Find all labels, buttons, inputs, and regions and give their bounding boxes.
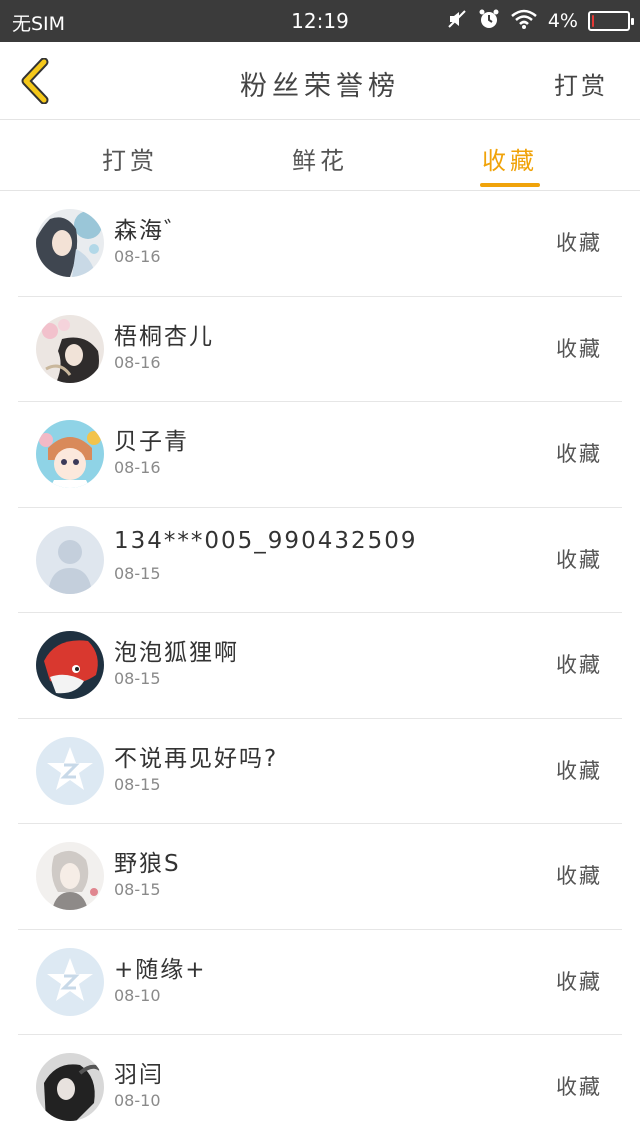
action-label: 收藏 (556, 547, 602, 572)
list-item[interactable]: 不说再见好吗? 08-15 收藏 (18, 719, 622, 824)
action-label: 收藏 (556, 336, 602, 361)
avatar[interactable] (36, 314, 104, 383)
battery-level (592, 15, 594, 27)
tab-label: 收藏 (482, 147, 538, 175)
fan-name: 贝子青 (114, 429, 189, 455)
avatar[interactable] (36, 736, 104, 805)
tab-label: 鲜花 (292, 147, 348, 175)
fan-name: 梧桐杏儿 (114, 323, 214, 350)
fan-date: 08-10 (114, 1091, 161, 1110)
status-icons: 4% (446, 8, 634, 34)
fan-name: +随缘+ (114, 956, 207, 983)
fan-date: 08-15 (114, 774, 161, 794)
list-item[interactable]: +随缘+ 08-10 收藏 (18, 930, 622, 1035)
avatar[interactable] (36, 420, 104, 488)
fan-date: 08-15 (114, 669, 161, 688)
fan-name: 羽闫 (114, 1062, 164, 1088)
fan-name: 野狼S (114, 851, 181, 877)
alarm-icon (478, 8, 500, 34)
list-item[interactable]: 134***005_990432509 08-15 收藏 (18, 508, 622, 613)
action-label: 收藏 (556, 1075, 602, 1099)
fan-date: 08-15 (114, 563, 161, 583)
dark-figure-avatar (36, 1053, 104, 1121)
battery-icon (588, 11, 634, 31)
active-tab-indicator (480, 183, 540, 187)
qq-star-avatar (36, 736, 104, 805)
avatar[interactable] (36, 842, 104, 910)
fan-date: 08-16 (114, 247, 161, 266)
sketch-figure-avatar (36, 842, 104, 910)
action-label: 收藏 (556, 864, 602, 888)
fan-date: 08-16 (114, 352, 161, 372)
dark-haired-figure-avatar (36, 314, 104, 383)
nav-bar: 粉丝荣誉榜 打赏 (0, 42, 640, 120)
battery-percent: 4% (547, 10, 578, 32)
tab-label: 打赏 (102, 147, 158, 175)
avatar[interactable] (36, 525, 104, 594)
tab-flowers[interactable]: 鲜花 (260, 121, 380, 191)
fan-date: 08-10 (114, 985, 161, 1005)
status-bar: 无SIM 12:19 4% (0, 0, 640, 42)
avatar[interactable] (36, 947, 104, 1016)
wifi-icon (510, 8, 538, 34)
page-title: 粉丝荣誉榜 (240, 71, 400, 102)
action-label: 收藏 (556, 969, 602, 994)
avatar[interactable] (36, 631, 104, 699)
action-label: 收藏 (556, 442, 602, 466)
default-person-avatar (36, 525, 104, 594)
avatar[interactable] (36, 209, 104, 277)
list-item[interactable]: 野狼S 08-15 收藏 (18, 824, 622, 930)
fan-name: 泡泡狐狸啊 (114, 640, 239, 666)
list-item[interactable]: 梧桐杏儿 08-16 收藏 (18, 297, 622, 402)
fan-name: 134***005_990432509 (114, 527, 418, 554)
tab-bar: 打赏 鲜花 收藏 (0, 121, 640, 191)
list-item[interactable]: 森海゛ 08-16 收藏 (18, 191, 622, 297)
reward-button[interactable]: 打赏 (554, 66, 608, 101)
mute-icon (446, 8, 468, 34)
action-label: 收藏 (556, 758, 602, 783)
action-label: 收藏 (556, 231, 602, 255)
fan-date: 08-15 (114, 880, 161, 899)
avatar[interactable] (36, 1053, 104, 1121)
tab-reward[interactable]: 打赏 (70, 121, 190, 191)
cartoon-girl-avatar (36, 420, 104, 488)
fan-list: 森海゛ 08-16 收藏 梧桐杏儿 08-16 收藏 贝子青 08-16 收藏 … (0, 191, 640, 1138)
fan-name: 森海゛ (114, 218, 189, 244)
red-fox-avatar (36, 631, 104, 699)
action-label: 收藏 (556, 653, 602, 677)
anime-girl-avatar (36, 209, 104, 277)
list-item[interactable]: 羽闫 08-10 收藏 (18, 1035, 622, 1138)
fan-name: 不说再见好吗? (114, 745, 279, 772)
tab-favorites[interactable]: 收藏 (450, 121, 570, 191)
fan-date: 08-16 (114, 458, 161, 477)
list-item[interactable]: 贝子青 08-16 收藏 (18, 402, 622, 508)
list-item[interactable]: 泡泡狐狸啊 08-15 收藏 (18, 613, 622, 719)
qq-star-avatar (36, 947, 104, 1016)
